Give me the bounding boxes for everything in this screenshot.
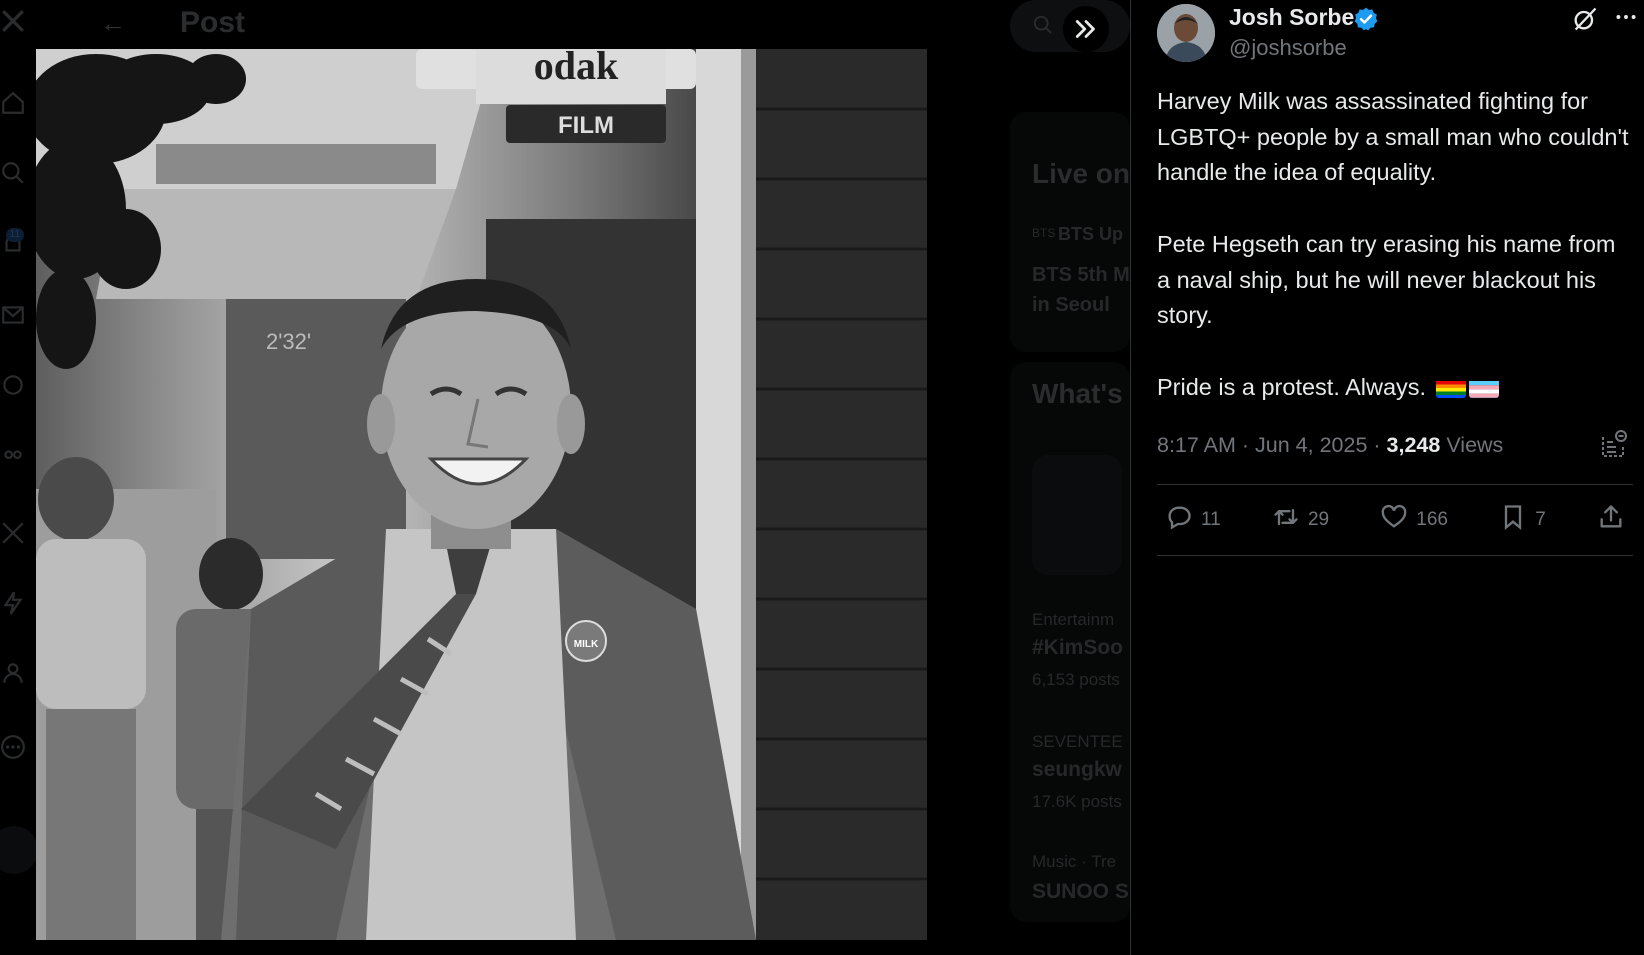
trend-name: #KimSoo — [1032, 636, 1124, 659]
photo-window-text: 2'32' — [266, 329, 311, 354]
avatar[interactable] — [1157, 4, 1215, 62]
transgender-flag-icon — [1468, 377, 1499, 398]
bookmark-count: 7 — [1535, 509, 1546, 530]
search-icon — [0, 160, 26, 186]
tweet-time[interactable]: 8:17 AM — [1157, 433, 1236, 457]
share-icon — [1597, 503, 1625, 537]
background-live-sub1: BTS 5th M — [1032, 264, 1130, 286]
background-header-title: Post — [180, 6, 246, 39]
photo-sign-film: FILM — [558, 112, 614, 139]
like-icon — [1380, 503, 1408, 537]
background-live-heading: Live on — [1032, 158, 1131, 189]
like-button[interactable]: 166 — [1372, 503, 1456, 537]
background-live-title: BTS Up — [1058, 224, 1123, 244]
meta-separator: · — [1241, 433, 1250, 457]
grok-icon[interactable] — [1571, 5, 1599, 33]
rainbow-flag-icon — [1435, 377, 1466, 398]
expand-icon[interactable] — [1063, 6, 1109, 52]
views-count: 3,248 — [1386, 433, 1441, 457]
premium-icon — [0, 520, 26, 546]
trend-category: Music · Tre — [1032, 852, 1117, 871]
share-button[interactable] — [1589, 503, 1633, 537]
bookmark-icon — [1499, 503, 1527, 537]
trend-posts: 6,153 posts — [1032, 670, 1120, 689]
divider — [1157, 555, 1633, 556]
sidebar-badge: 11 — [6, 228, 24, 242]
trend-posts: 17.6K posts — [1032, 792, 1122, 811]
tweet-meta: 8:17 AM · Jun 4, 2025 · 3,248 Views — [1157, 433, 1503, 458]
bookmark-button[interactable]: 7 — [1491, 503, 1554, 537]
repost-button[interactable]: 29 — [1264, 503, 1337, 537]
repost-icon — [1272, 503, 1300, 537]
communities-icon — [0, 446, 26, 472]
meta-separator: · — [1373, 433, 1381, 457]
tweet-paragraph: Harvey Milk was assassinated fighting fo… — [1157, 88, 1629, 186]
trend-name: seungkw — [1032, 758, 1122, 781]
tweet-paragraph-last: Pride is a protest. Always. — [1157, 370, 1633, 406]
author-handle[interactable]: @joshsorbe — [1229, 35, 1347, 61]
grok-icon — [0, 372, 26, 398]
background-live-badge: BTS — [1032, 226, 1056, 240]
lightning-icon — [0, 590, 26, 616]
back-arrow-icon: ← — [100, 8, 126, 38]
post-photo[interactable]: odak FILM 2'32' MILK — [36, 49, 927, 940]
photo-sign-kodak: odak — [534, 49, 619, 88]
trend-category: SEVENTEE — [1032, 732, 1123, 751]
tweet-paragraph: Pete Hegseth can try erasing his name fr… — [1157, 230, 1616, 329]
trend-category: Entertainm — [1032, 610, 1115, 629]
trend-name: SUNOO S — [1032, 880, 1129, 903]
tweet-date[interactable]: Jun 4, 2025 — [1255, 433, 1367, 457]
compose-icon — [0, 826, 38, 874]
verified-icon — [1353, 6, 1379, 32]
like-count: 166 — [1416, 509, 1448, 530]
reply-button[interactable]: 11 — [1157, 503, 1229, 537]
photo-illustration: odak FILM 2'32' MILK — [36, 49, 927, 940]
background-live-sub2: in Seoul — [1032, 294, 1110, 316]
messages-icon — [0, 302, 26, 328]
reply-count: 11 — [1201, 509, 1221, 530]
more-circle-icon — [0, 734, 26, 760]
reply-icon — [1165, 503, 1193, 537]
background-whats-heading: What's — [1032, 378, 1123, 409]
photo-button-text: MILK — [574, 639, 599, 650]
views-label: Views — [1446, 433, 1504, 457]
x-logo-icon — [0, 8, 26, 34]
home-icon — [0, 90, 26, 116]
tweet-text: Harvey Milk was assassinated fighting fo… — [1157, 84, 1633, 405]
post-detail-panel: Josh Sorbe @joshsorbe Harvey Milk was as… — [1130, 0, 1644, 955]
repost-count: 29 — [1307, 509, 1330, 530]
profile-icon — [0, 660, 26, 686]
more-icon[interactable] — [1613, 4, 1639, 30]
analytics-icon[interactable] — [1599, 428, 1629, 460]
search-icon — [1032, 14, 1054, 36]
action-bar: 11 29 166 7 — [1157, 485, 1633, 555]
author-name[interactable]: Josh Sorbe — [1229, 4, 1354, 31]
background-thumbnail — [1032, 455, 1122, 575]
tweet-paragraph: Pride is a protest. Always. — [1157, 373, 1427, 400]
